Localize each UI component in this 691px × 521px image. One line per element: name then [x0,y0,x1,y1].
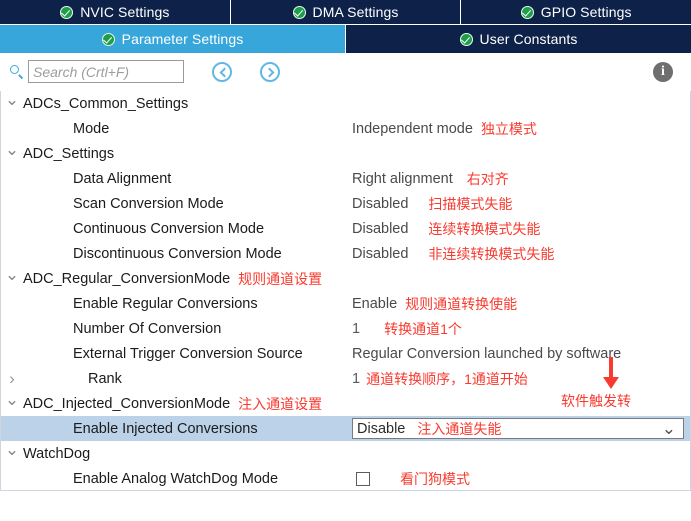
analog-watchdog-checkbox[interactable] [356,471,370,486]
parameter-tree: ADCs_Common_Settings Mode Independent mo… [0,91,691,491]
tree-row-label: Scan Conversion Mode [73,195,224,212]
tree-row-value-annotation: 连续转换模式失能 [428,220,541,237]
tree-row-value: Enable [352,295,398,312]
tree-row-value: Independent mode [352,120,473,137]
settings-tab-bar: Parameter Settings User Constants [0,25,691,53]
check-badge-icon [60,5,74,19]
tree-row-external-trigger-conversion-source[interactable]: External Trigger Conversion Source Regul… [1,341,690,366]
tree-row-label: Enable Regular Conversions [73,295,258,312]
tree-row-scan-conversion-mode[interactable]: Scan Conversion Mode Disabled 扫描模式失能 [1,191,690,216]
tree-row-value: Right alignment [352,170,453,187]
enable-injected-conversions-select[interactable]: Disable 注入通道失能 [352,418,684,439]
chevron-down-icon[interactable] [1,395,23,412]
info-icon[interactable]: i [653,62,673,82]
tab-label: User Constants [479,31,578,47]
software-trigger-annotation: 软件触发转 [561,393,631,409]
select-value-annotation: 注入通道失能 [417,420,502,437]
tree-row-enable-injected-conversions[interactable]: Enable Injected Conversions Disable 注入通道… [1,416,690,441]
down-arrow-annotation-icon [600,357,622,391]
tree-row-value-annotation: 右对齐 [466,170,509,187]
chevron-down-icon[interactable] [662,422,676,436]
chevron-down-icon[interactable] [1,445,23,462]
tree-row-value-annotation: 非连续转换模式失能 [428,245,555,262]
tree-row-value: Disabled [352,245,409,262]
tree-row-label: ADCs_Common_Settings [23,95,189,112]
tree-row-value-annotation: 独立模式 [480,120,537,137]
tree-row-value: Regular Conversion launched by software [352,345,622,362]
tree-row-value-cell[interactable]: Disabled 扫描模式失能 [352,194,512,214]
tree-row-value-annotation: 扫描模式失能 [428,195,513,212]
tree-row-label: WatchDog [23,445,91,462]
tree-row-value-cell[interactable]: Independent mode 独立模式 [352,119,537,139]
tree-row-number-of-conversion[interactable]: Number Of Conversion 1 转换通道1个 [1,316,690,341]
tree-row-adcs-common-settings[interactable]: ADCs_Common_Settings [1,91,690,116]
tab-gpio-settings[interactable]: GPIO Settings [461,0,691,24]
tree-row-label: ADC_Settings [23,145,115,162]
check-badge-icon [101,32,115,46]
tab-label: DMA Settings [312,4,399,20]
tree-row-value-cell[interactable]: Right alignment 右对齐 [352,169,509,189]
circle-right-arrow-icon[interactable] [260,61,280,82]
tree-row-continuous-conversion-mode[interactable]: Continuous Conversion Mode Disabled 连续转换… [1,216,690,241]
tab-label: Parameter Settings [121,31,244,47]
tree-row-enable-analog-watchdog-mode[interactable]: Enable Analog WatchDog Mode 看门狗模式 [1,466,690,490]
chevron-down-icon[interactable] [1,145,23,162]
tree-row-watchdog[interactable]: WatchDog [1,441,690,466]
tree-row-value: 1 [352,370,361,387]
tree-row-value-cell[interactable]: 1 转换通道1个 [352,319,462,339]
search-icon [8,63,26,81]
circle-left-arrow-icon[interactable] [212,61,232,82]
tree-row-label: Discontinuous Conversion Mode [73,245,282,262]
select-value: Disable [357,420,406,437]
tree-row-value-cell[interactable]: Enable 规则通道转换使能 [352,294,517,314]
tree-row-value-annotation: 转换通道1个 [384,320,462,337]
check-badge-icon [292,5,306,19]
tree-row-label: External Trigger Conversion Source [73,345,303,362]
chevron-down-icon[interactable] [1,95,23,112]
tree-row-label: Number Of Conversion [73,320,222,337]
tree-row-label: Data Alignment [73,170,172,187]
check-badge-icon [459,32,473,46]
tree-row-value-cell[interactable]: Regular Conversion launched by software [352,346,621,362]
tree-row-value: 1 [352,320,361,337]
tree-row-label: ADC_Injected_ConversionMode [23,395,231,412]
chevron-down-icon[interactable] [1,270,23,287]
tree-row-value-cell[interactable]: 1 通道转换顺序，1通道开始 [352,369,528,389]
tab-label: NVIC Settings [80,4,170,20]
tree-row-label: ADC_Regular_ConversionMode [23,270,231,287]
tree-row-adc-settings[interactable]: ADC_Settings [1,141,690,166]
parameter-settings-panel: NVIC Settings DMA Settings GPIO Settings… [0,0,691,521]
tree-row-discontinuous-conversion-mode[interactable]: Discontinuous Conversion Mode Disabled 非… [1,241,690,266]
tab-parameter-settings[interactable]: Parameter Settings [0,25,346,53]
tree-row-label: Mode [73,120,110,137]
tree-row-value-cell[interactable]: Disabled 非连续转换模式失能 [352,244,554,264]
tab-label: GPIO Settings [540,4,632,20]
tree-row-value-annotation: 看门狗模式 [400,470,470,487]
search-toolbar: i [0,53,691,91]
tree-row-value-annotation: 通道转换顺序，1通道开始 [366,370,528,387]
tree-row-label: Enable Analog WatchDog Mode [73,470,279,487]
tab-dma-settings[interactable]: DMA Settings [231,0,462,24]
tree-row-value-annotation: 规则通道转换使能 [405,295,518,312]
peripheral-tab-bar: NVIC Settings DMA Settings GPIO Settings [0,0,691,25]
tree-row-mode[interactable]: Mode Independent mode 独立模式 [1,116,690,141]
tree-row-label: Enable Injected Conversions [73,420,258,437]
tree-row-label: Rank [88,370,122,387]
tree-row-annotation: 规则通道设置 [238,270,323,287]
tree-row-value-cell[interactable]: 看门狗模式 [356,469,470,489]
tree-row-rank[interactable]: Rank 1 通道转换顺序，1通道开始 [1,366,690,391]
tree-row-label: Continuous Conversion Mode [73,220,265,237]
tree-row-enable-regular-conversions[interactable]: Enable Regular Conversions Enable 规则通道转换… [1,291,690,316]
tree-row-value-cell[interactable]: Disabled 连续转换模式失能 [352,219,540,239]
chevron-right-icon[interactable] [1,370,23,387]
tree-row-value: Disabled [352,195,409,212]
tab-user-constants[interactable]: User Constants [346,25,691,53]
tree-row-annotation: 注入通道设置 [238,395,323,412]
tree-row-data-alignment[interactable]: Data Alignment Right alignment 右对齐 [1,166,690,191]
tab-nvic-settings[interactable]: NVIC Settings [0,0,231,24]
tree-row-adc-regular-conversionmode[interactable]: ADC_Regular_ConversionMode 规则通道设置 [1,266,690,291]
check-badge-icon [520,5,534,19]
tree-row-value: Disabled [352,220,409,237]
search-input[interactable] [28,60,184,83]
